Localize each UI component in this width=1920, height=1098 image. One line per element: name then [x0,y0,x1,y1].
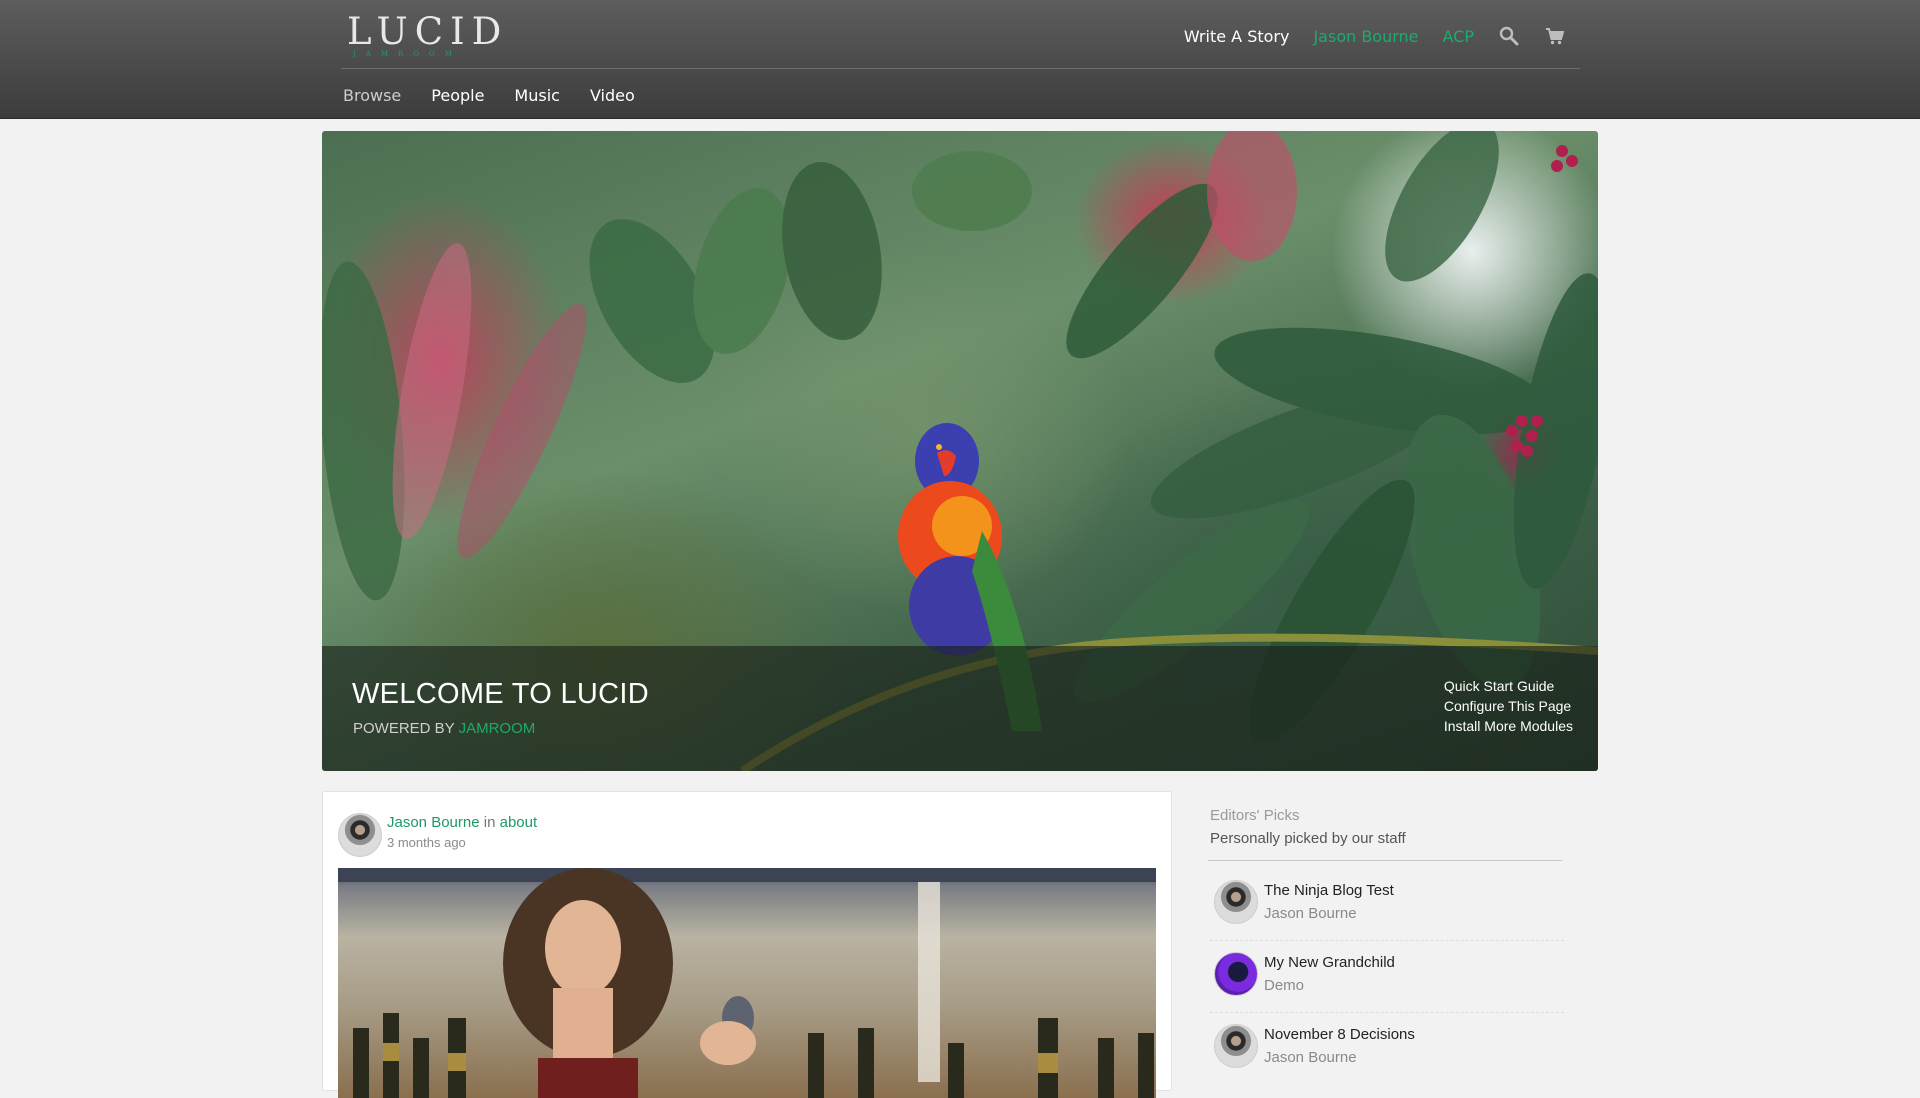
pick-divider [1210,940,1564,941]
configure-page-link[interactable]: Configure This Page [1444,696,1573,716]
avatar [1214,1024,1258,1068]
nav-music[interactable]: Music [514,86,560,105]
write-story-link[interactable]: Write A Story [1184,27,1290,46]
avatar [1214,880,1258,924]
powered-by-text: POWERED BY [353,720,455,737]
post-image[interactable] [338,868,1156,1098]
hero-banner: WELCOME TO LUCID POWERED BY JAMROOM Quic… [322,131,1598,771]
acp-link[interactable]: ACP [1443,27,1474,46]
search-icon[interactable] [1498,25,1520,47]
hero-caption: WELCOME TO LUCID POWERED BY JAMROOM Quic… [322,646,1598,771]
post-in-text: in [483,814,496,831]
hero-links: Quick Start Guide Configure This Page In… [1444,676,1573,736]
pick-title: The Ninja Blog Test [1264,882,1394,899]
post-timestamp: 3 months ago [387,835,466,850]
site-logo[interactable]: LUCID JAMROOM [347,10,509,58]
pick-title: My New Grandchild [1264,954,1395,971]
pick-title: November 8 Decisions [1264,1026,1415,1043]
logo-text: LUCID [347,10,509,53]
pick-author: Jason Bourne [1264,1049,1357,1066]
nav-people[interactable]: People [431,86,484,105]
user-profile-link[interactable]: Jason Bourne [1313,27,1418,46]
sub-nav: Browse People Music Video [343,86,635,105]
avatar [1214,952,1258,996]
nav-video[interactable]: Video [590,86,635,105]
sidebar-title: Editors' Picks [1210,807,1300,824]
pick-divider [1210,1012,1564,1013]
list-item[interactable]: My New Grandchild Demo [1208,944,1564,1016]
top-nav: Write A Story Jason Bourne ACP [1184,24,1566,48]
list-item[interactable]: November 8 Decisions Jason Bourne [1208,1016,1564,1088]
pick-author: Demo [1264,977,1305,994]
hero-subtitle: POWERED BY JAMROOM [353,720,535,737]
post-category-link[interactable]: about [500,814,538,831]
cart-icon[interactable] [1544,25,1566,47]
post-author-link[interactable]: Jason Bourne [387,814,480,831]
site-header: LUCID JAMROOM Write A Story Jason Bourne… [0,0,1920,119]
pick-author: Jason Bourne [1264,905,1357,922]
install-modules-link[interactable]: Install More Modules [1444,716,1573,736]
hero-title: WELCOME TO LUCID [352,678,649,710]
jamroom-link[interactable]: JAMROOM [459,720,536,737]
avatar[interactable] [338,813,382,857]
post-meta: Jason Bourne in about [387,814,537,831]
quick-start-guide-link[interactable]: Quick Start Guide [1444,676,1573,696]
sidebar-divider [1208,860,1562,861]
nav-browse[interactable]: Browse [343,86,401,105]
sidebar-subtitle: Personally picked by our staff [1210,830,1406,847]
header-divider [341,68,1580,69]
list-item[interactable]: The Ninja Blog Test Jason Bourne [1208,872,1564,944]
header-inner: LUCID JAMROOM Write A Story Jason Bourne… [339,0,1580,119]
post-card: Jason Bourne in about 3 months ago [322,791,1172,1098]
